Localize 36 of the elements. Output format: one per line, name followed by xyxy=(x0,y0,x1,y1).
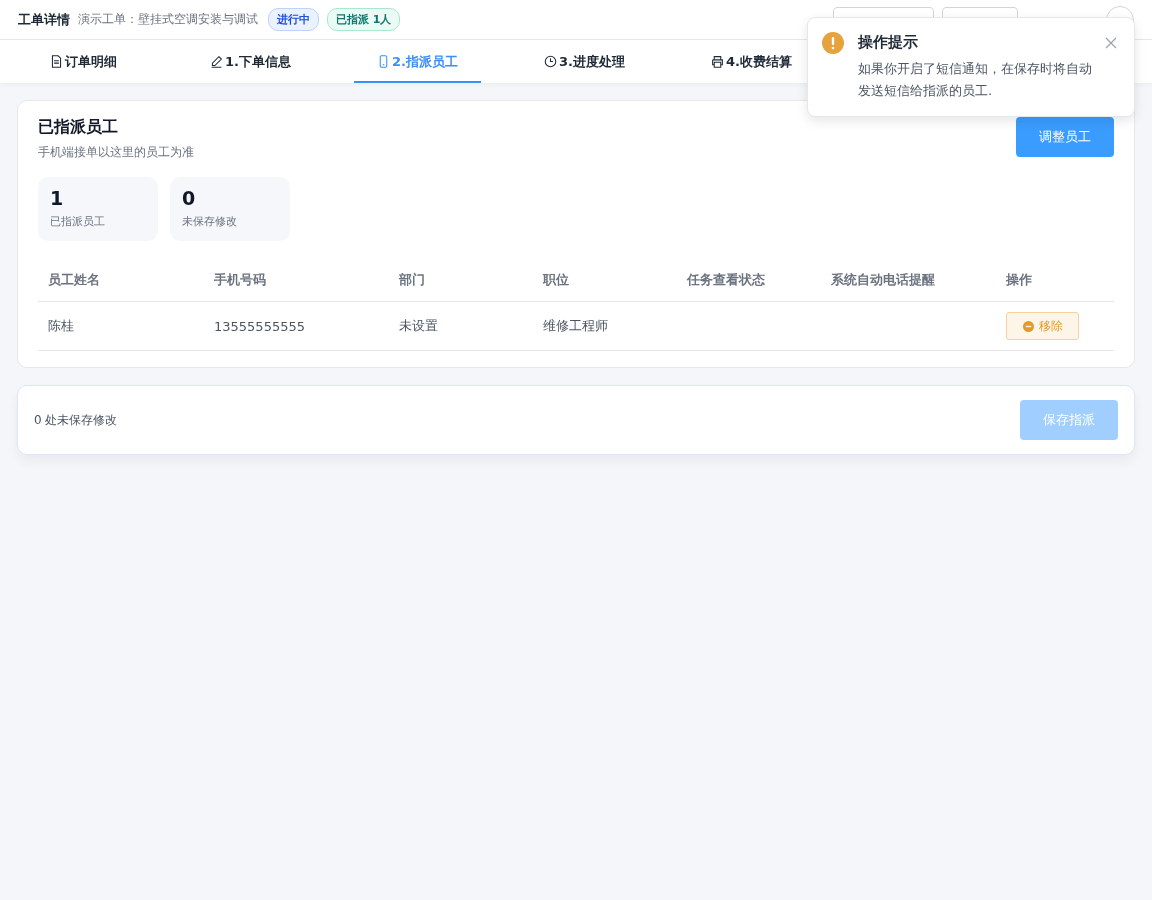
table-cell-text: 13555555555 xyxy=(214,318,306,334)
pencil-icon xyxy=(210,55,223,68)
column-header: 员工姓名 xyxy=(48,271,101,289)
tab[interactable]: 4.收费结算 xyxy=(668,40,835,83)
stat-value: 0 xyxy=(182,187,197,209)
column-header: 操作 xyxy=(1006,271,1033,289)
toast-title: 操作提示 xyxy=(858,33,919,52)
column-header: 任务查看状态 xyxy=(687,271,766,289)
panel-title: 已指派员工 xyxy=(38,117,119,138)
tab[interactable]: 3.进度处理 xyxy=(501,40,668,83)
stat-label: 已指派员工 xyxy=(50,214,106,229)
stat-label: 未保存修改 xyxy=(182,214,238,229)
clock-icon xyxy=(544,55,557,68)
table-cell-text: 陈桂 xyxy=(48,317,75,335)
table-cell-text: 未设置 xyxy=(399,317,439,335)
close-button[interactable] xyxy=(1104,36,1118,50)
phone-icon xyxy=(377,55,390,68)
column-header: 手机号码 xyxy=(214,271,267,289)
unsaved-count: 0 处未保存修改 xyxy=(34,411,118,429)
tab[interactable]: 订单明细 xyxy=(0,40,167,83)
panel-subtitle: 手机端接单以这里的员工为准 xyxy=(38,144,194,161)
table-cell-text: 维修工程师 xyxy=(543,317,609,335)
status-badge: 进行中 xyxy=(268,8,319,31)
status-badge: 已指派 1人 xyxy=(327,8,401,31)
toast-message: 如果你开启了短信通知，在保存时将自动发送短信给指派的员工. xyxy=(858,60,1093,100)
document-icon xyxy=(50,55,63,68)
order-subtitle: 演示工单：壁挂式空调安装与调试 xyxy=(78,11,258,28)
minus-circle-icon xyxy=(1022,320,1034,332)
printer-icon xyxy=(711,55,724,68)
column-header: 职位 xyxy=(543,271,570,289)
column-header: 部门 xyxy=(399,271,426,289)
tab[interactable]: 1.下单信息 xyxy=(167,40,334,83)
page-title: 工单详情 xyxy=(18,10,70,29)
stat-value: 1 xyxy=(50,187,65,209)
column-header: 系统自动电话提醒 xyxy=(831,271,936,289)
warning-icon xyxy=(822,32,844,54)
